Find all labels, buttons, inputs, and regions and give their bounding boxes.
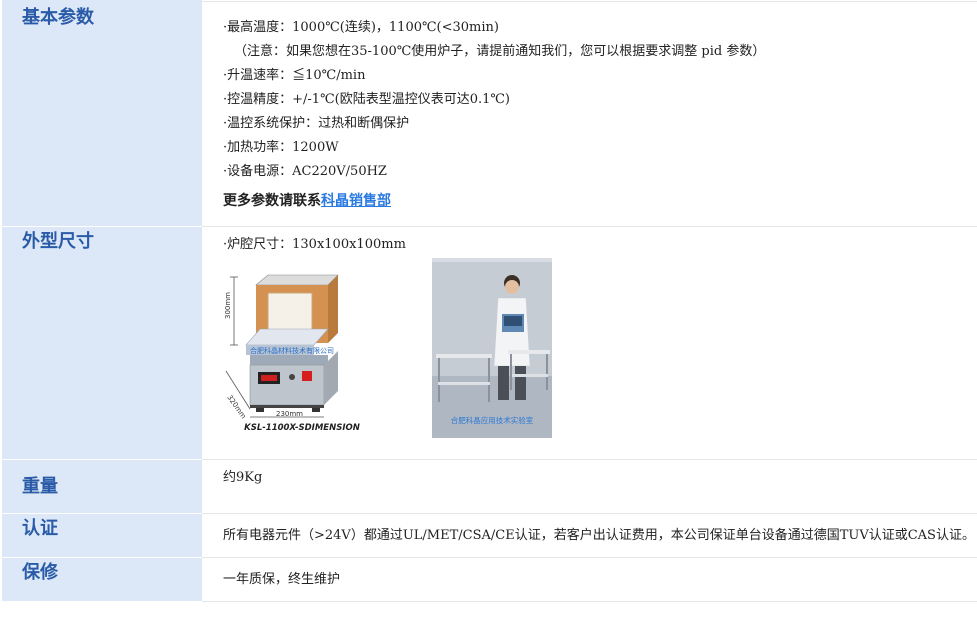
- product-images: 300mm 320mm 230mm 合肥科晶材料技术有限公司 KSL-1100X…: [202, 258, 977, 459]
- content-cell-warranty: 一年质保，终生维护: [202, 557, 977, 602]
- watermark-lab: 合肥科晶应用技术实验室: [451, 415, 534, 425]
- label-cell: 重量: [2, 459, 202, 514]
- param-power: 加热功率：1200W: [223, 136, 977, 160]
- image-caption: KSL-1100X-SDIMENSION: [244, 423, 360, 433]
- row-label-certification: 认证: [22, 518, 58, 539]
- dimension-width-label: 230mm: [276, 410, 303, 418]
- param-note: （注意：如果您想在35-100℃使用炉子，请提前通知我们，您可以根据要求调整 p…: [234, 44, 766, 59]
- content-cell-dimensions: 炉腔尺寸：130x100x100mm: [202, 226, 977, 460]
- label-cell: 保修: [2, 557, 202, 602]
- row-label-dimensions: 外型尺寸: [22, 231, 94, 252]
- content-cell-certification: 所有电器元件（>24V）都通过UL/MET/CSA/CE认证，若客户出认证费用，…: [202, 513, 977, 558]
- more-params: 更多参数请联系科晶销售部: [223, 189, 977, 213]
- param-protection: 温控系统保护：过热和断偶保护: [223, 112, 977, 136]
- dimension-height-label: 300mm: [224, 292, 232, 319]
- chamber-size: 炉腔尺寸：130x100x100mm: [223, 233, 977, 257]
- row-warranty: 保修 一年质保，终生维护: [2, 557, 977, 602]
- row-weight: 重量 约9Kg: [2, 459, 977, 514]
- content-cell-basic: 最高温度：1000℃(连续)，1100℃(<30min) （注意：如果您想在35…: [202, 1, 977, 227]
- warranty-value: 一年质保，终生维护: [223, 571, 341, 587]
- more-params-text: 更多参数请联系: [223, 193, 321, 209]
- row-label-weight: 重量: [22, 476, 58, 497]
- label-cell: 基本参数: [2, 0, 202, 227]
- watermark-company: 合肥科晶材料技术有限公司: [250, 346, 334, 355]
- param-max-temp: 最高温度：1000℃(连续)，1100℃(<30min): [223, 16, 977, 40]
- furnace-dimension-image: 300mm 320mm 230mm 合肥科晶材料技术有限公司 KSL-1100X…: [220, 259, 382, 434]
- row-dimensions: 外型尺寸 炉腔尺寸：130x100x100mm: [2, 226, 977, 460]
- param-accuracy: 控温精度：+/-1℃(欧陆表型温控仪表可达0.1℃): [223, 88, 977, 112]
- sales-dept-link[interactable]: 科晶销售部: [321, 193, 391, 209]
- param-heating-rate: 升温速率：≦10℃/min: [223, 64, 977, 88]
- spec-table: 基本参数 最高温度：1000℃(连续)，1100℃(<30min) （注意：如果…: [2, 0, 977, 602]
- certification-value: 所有电器元件（>24V）都通过UL/MET/CSA/CE认证，若客户出认证费用，…: [223, 527, 975, 543]
- label-cell: 认证: [2, 513, 202, 558]
- param-power-supply: 设备电源：AC220V/50HZ: [223, 160, 977, 184]
- row-label-warranty: 保修: [22, 562, 58, 583]
- basic-params-list: 最高温度：1000℃(连续)，1100℃(<30min) （注意：如果您想在35…: [202, 2, 977, 213]
- row-certification: 认证 所有电器元件（>24V）都通过UL/MET/CSA/CE认证，若客户出认证…: [2, 513, 977, 558]
- content-cell-weight: 约9Kg: [202, 459, 977, 514]
- weight-value: 约9Kg: [223, 470, 263, 485]
- row-basic-params: 基本参数 最高温度：1000℃(连续)，1100℃(<30min) （注意：如果…: [2, 0, 977, 227]
- row-label-basic: 基本参数: [22, 7, 94, 28]
- lab-photo-image: 合肥科晶应用技术实验室: [432, 258, 552, 438]
- label-cell: 外型尺寸: [2, 226, 202, 460]
